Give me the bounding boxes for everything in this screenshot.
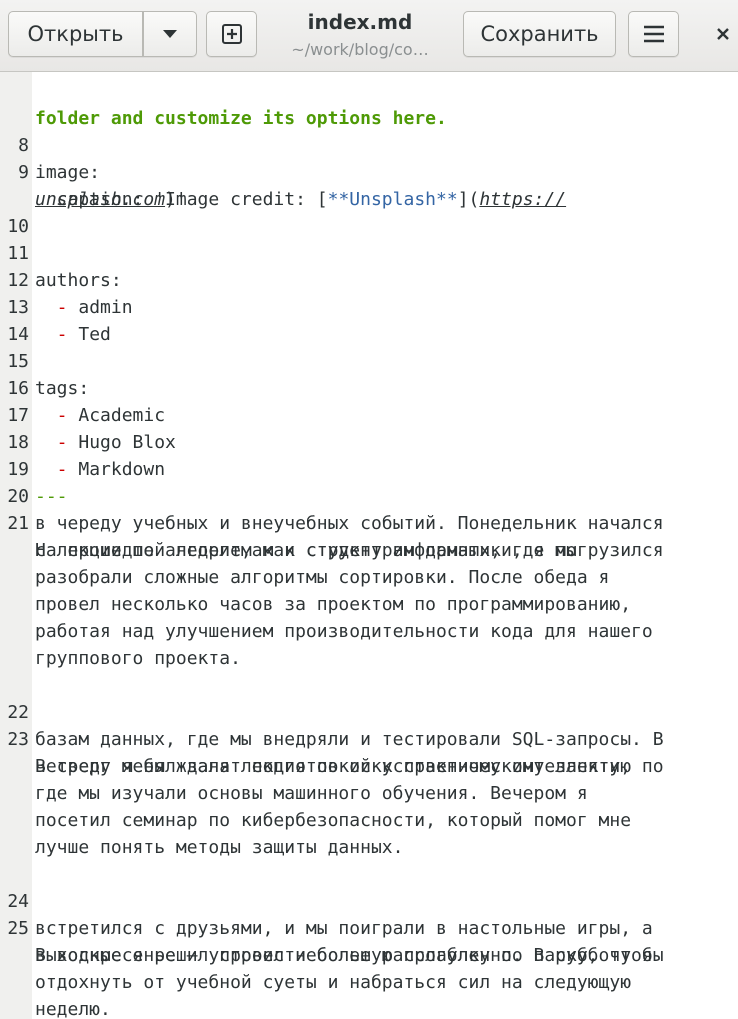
editor-line-wrap: посетил семинар по кибербезопасности, ко… [0,807,738,834]
editor-line: 22 [0,672,738,723]
editor-line: 12 - admin [0,240,738,318]
editor-line-wrap: базам данных, где мы внедряли и тестиров… [0,726,738,753]
paragraph-text: работая над улучшением производительност… [35,621,653,642]
editor-line: 17 - Hugo Blox [0,375,738,453]
editor-line-wrap: разобрали сложные алгоритмы сортировки. … [0,564,738,591]
editor-line: 24 [0,861,738,912]
editor-line: 9 caption: 'Image credit: [**Unsplash**]… [0,132,738,210]
editor-line: 20 [0,456,738,507]
window-title-area: index.md ~/work/blog/co… [262,9,458,62]
paragraph-text: встретился с друзьями, и мы поиграли в н… [35,918,653,939]
paragraph-text: разобрали сложные алгоритмы сортировки. … [35,567,610,588]
chevron-down-icon [162,29,178,39]
editor-line-wrap: работая над улучшением производительност… [0,618,738,645]
editor-line: 13 - Ted [0,267,738,345]
paragraph-text: отдохнуть от учебной суеты и набраться с… [35,972,632,993]
editor-line-wrap: группового проекта. [0,645,738,672]
editor-line-wrap: встретился с друзьями, и мы поиграли в н… [0,915,738,942]
editor-line: 19 --- [0,429,738,507]
editor-line-wrap: лучше понять методы защиты данных. [0,834,738,861]
close-window-button[interactable] [706,11,738,57]
editor-line: 21 На прошедшей неделе, как студент инфо… [0,483,738,561]
editor-line-wrap: в череду учебных и внеучебных событий. П… [0,510,738,537]
close-icon [716,27,730,41]
editor-line: 11 authors: [0,213,738,291]
paragraph-text: провел несколько часов за проектом по пр… [35,594,632,615]
paragraph-text: неделю. [35,999,111,1019]
header-bar: Открыть index.md ~/work/blog/co… Сохрани… [0,0,738,72]
editor-line-wrap: в воскресенье — устроил небольшую прогул… [0,942,738,969]
paragraph-text: лучше понять методы защиты данных. [35,837,404,858]
main-menu-button[interactable] [628,11,679,57]
editor-line: 8 image: [0,105,738,183]
text-editor[interactable]: folder and customize its options here. 8… [0,72,738,1019]
editor-line-wrap: отдохнуть от учебной суеты и набраться с… [0,969,738,996]
paragraph-text: в воскресенье — устроил небольшую прогул… [35,945,664,966]
paragraph-text: где мы изучали основы машинного обучения… [35,783,588,804]
new-tab-icon [221,23,243,45]
editor-line-wrap: с лекции по алгоритмам и структурам данн… [0,537,738,564]
editor-line: 14 [0,294,738,345]
editor-line: 25 Выходные я решил провести более рассл… [0,888,738,966]
hamburger-menu-icon [643,25,665,43]
paragraph-text: с лекции по алгоритмам и структурам данн… [35,540,577,561]
save-button[interactable]: Сохранить [463,11,616,57]
document-path: ~/work/blog/co… [291,40,429,59]
paragraph-text: четверг меня ждала лекция по искусственн… [35,756,632,777]
open-button[interactable]: Открыть [8,11,143,57]
editor-line: 10 [0,186,738,237]
document-title: index.md [307,10,413,34]
paragraph-text: базам данных, где мы внедряли и тестиров… [35,729,664,750]
paragraph-text: в череду учебных и внеучебных событий. П… [35,513,664,534]
editor-line: 16 - Academic [0,348,738,426]
paragraph-text: группового проекта. [35,648,241,669]
editor-line-wrap: где мы изучали основы машинного обучения… [0,780,738,807]
open-recent-dropdown-button[interactable] [143,11,197,57]
editor-line-wrap: четверг меня ждала лекция по искусственн… [0,753,738,780]
editor-line-wrap: unsplash.com)' [0,159,738,210]
editor-line: 18 - Markdown [0,402,738,480]
editor-line-wrap: неделю. [0,996,738,1019]
editor-line-wrap: провел несколько часов за проектом по пр… [0,591,738,618]
editor-line: 15 tags: [0,321,738,399]
editor-line: 23 В среду я был занят подготовкой к пра… [0,699,738,777]
new-document-button[interactable] [206,11,257,57]
editor-line: folder and customize its options here. [0,78,738,129]
paragraph-text: посетил семинар по кибербезопасности, ко… [35,810,632,831]
